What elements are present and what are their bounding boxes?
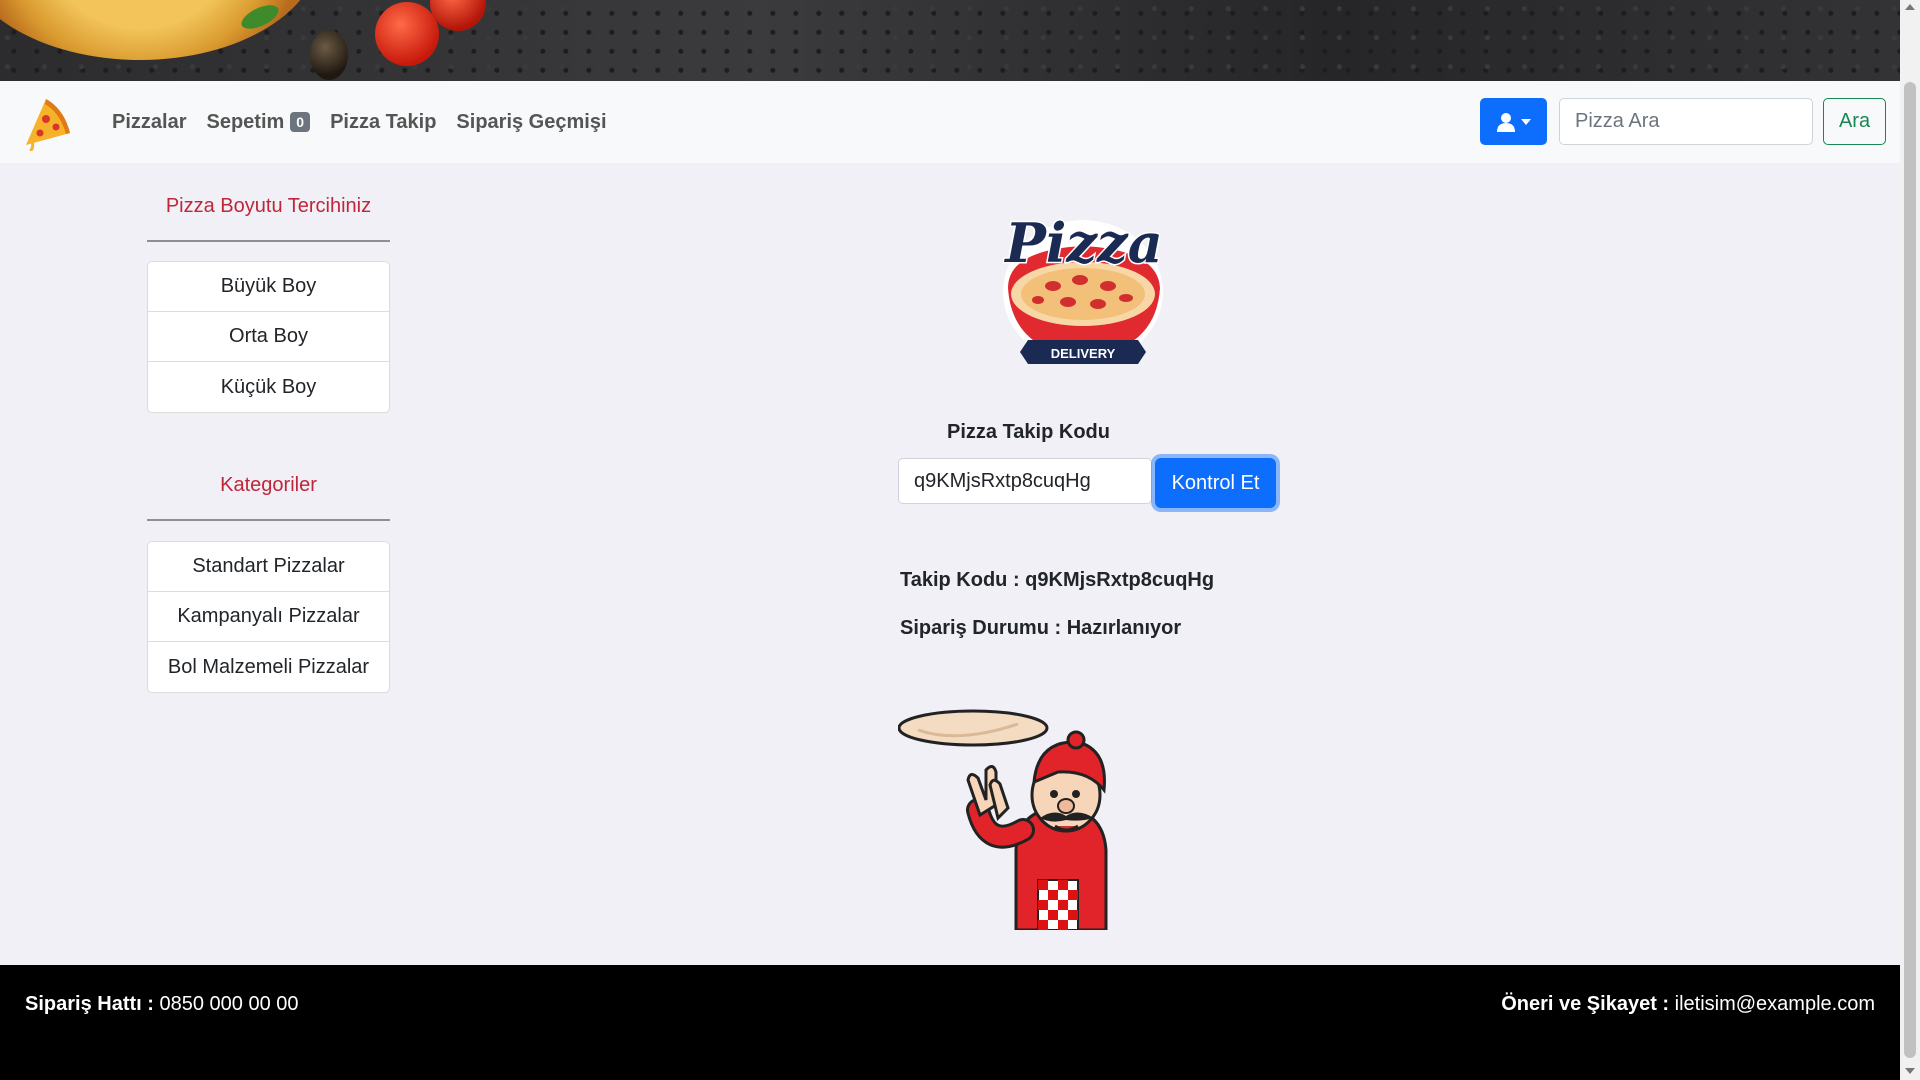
nav-cart[interactable]: Sepetim 0	[206, 110, 311, 134]
footer: Sipariş Hattı : 0850 000 00 00 Öneri ve …	[0, 965, 1900, 1080]
header-banner	[0, 0, 1900, 81]
feedback-email[interactable]: iletisim@example.com	[1675, 993, 1875, 1015]
pizza-chef-illustration	[898, 709, 1108, 930]
size-item-medium[interactable]: Orta Boy	[148, 312, 389, 362]
categories-heading: Kategoriler	[220, 474, 317, 496]
size-item-large[interactable]: Büyük Boy	[148, 262, 389, 312]
category-list: Standart Pizzalar Kampanyalı Pizzalar Bo…	[147, 541, 390, 693]
nav-cart-label: Sepetim	[206, 110, 285, 133]
vertical-scrollbar[interactable]	[1900, 0, 1920, 1080]
caret-down-icon	[1520, 118, 1531, 125]
tracking-code-input[interactable]	[898, 458, 1152, 504]
size-list: Büyük Boy Orta Boy Küçük Boy	[147, 261, 390, 413]
category-item-campaign[interactable]: Kampanyalı Pizzalar	[148, 592, 389, 642]
order-hotline-label: Sipariş Hattı :	[25, 993, 154, 1015]
category-item-loaded[interactable]: Bol Malzemeli Pizzalar	[148, 642, 389, 692]
feedback-contact: Öneri ve Şikayet : iletisim@example.com	[1501, 993, 1875, 1016]
cart-count-badge: 0	[290, 112, 311, 132]
navbar: Pizzalar Sepetim 0 Pizza Takip Sipariş G…	[0, 81, 1900, 163]
search-button[interactable]: Ara	[1823, 98, 1886, 145]
nav-pizzas[interactable]: Pizzalar	[112, 111, 186, 134]
divider	[147, 240, 390, 242]
scroll-down-arrow-icon[interactable]	[1905, 1068, 1915, 1074]
scroll-up-arrow-icon[interactable]	[1905, 4, 1915, 10]
divider	[147, 519, 390, 521]
search-input[interactable]	[1559, 98, 1813, 145]
check-button[interactable]: Kontrol Et	[1155, 458, 1276, 508]
size-item-small[interactable]: Küçük Boy	[148, 362, 389, 412]
size-preference-heading: Pizza Boyutu Tercihiniz	[165, 195, 372, 217]
logo-subtitle: DELIVERY	[1051, 346, 1116, 361]
pizza-slice-logo-icon[interactable]	[20, 95, 72, 151]
tracking-code-label: Pizza Takip Kodu	[947, 421, 1110, 443]
tracking-code-result: Takip Kodu : q9KMjsRxtp8cuqHg	[900, 569, 1215, 591]
order-hotline-number: 0850 000 00 00	[159, 993, 299, 1015]
order-hotline: Sipariş Hattı : 0850 000 00 00	[25, 993, 299, 1016]
nav-order-history[interactable]: Sipariş Geçmişi	[456, 111, 606, 134]
nav-tracking[interactable]: Pizza Takip	[330, 111, 436, 134]
feedback-label: Öneri ve Şikayet :	[1501, 993, 1670, 1015]
logo-title: Pizza	[1003, 211, 1162, 275]
scrollbar-thumb[interactable]	[1904, 82, 1916, 1058]
user-icon	[1496, 112, 1515, 132]
pizza-delivery-logo: Pizza DELIVERY	[1002, 210, 1164, 364]
category-item-standard[interactable]: Standart Pizzalar	[148, 542, 389, 592]
order-status-result: Sipariş Durumu : Hazırlanıyor	[900, 617, 1182, 639]
user-menu-button[interactable]	[1480, 98, 1547, 145]
